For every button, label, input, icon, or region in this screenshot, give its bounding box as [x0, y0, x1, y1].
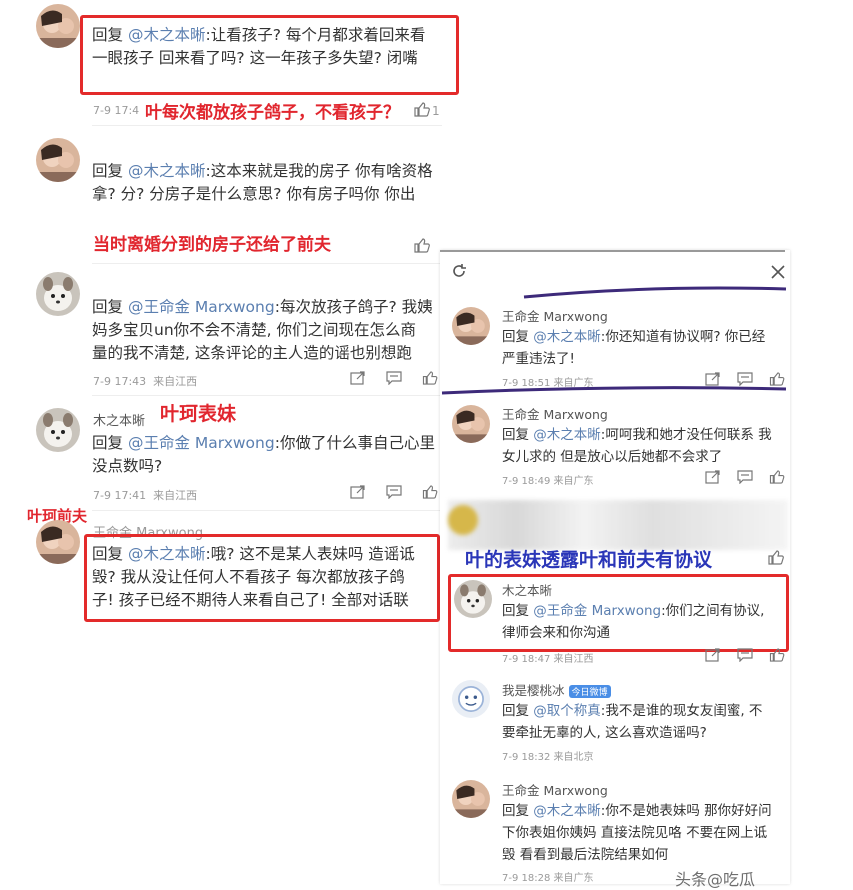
- mention-link[interactable]: @木之本晰: [533, 427, 601, 443]
- comment-reply: 回复 @木之本晰:呵呵我和她才没任何联系 我 女儿求的 但是放心以后她都不会求了: [502, 427, 772, 465]
- panel-top-line: [440, 250, 785, 252]
- comment-actions: [705, 648, 785, 662]
- divider: [92, 263, 442, 264]
- username[interactable]: 我是樱桃冰 今日微博: [502, 680, 611, 699]
- comment-reply: 回复 @王命金 Marxwong:你做了什么事自己心里 没点数吗?: [92, 434, 435, 475]
- mention-link[interactable]: @取个称真: [533, 703, 601, 719]
- comment-icon[interactable]: [737, 470, 753, 484]
- comment-time: 7-9 18:49 来自广东: [502, 476, 594, 487]
- annotation-underline: [441, 386, 787, 395]
- refresh-icon[interactable]: [450, 262, 468, 280]
- blurred-comment: [448, 500, 788, 550]
- comment-time: 7-9 18:47 来自江西: [502, 654, 594, 665]
- annotation-caption: 叶珂表妹: [160, 403, 237, 425]
- comment-icon[interactable]: [386, 485, 402, 499]
- annotation-caption: 叶的表妹透露叶和前夫有协议: [465, 549, 713, 571]
- comment-time: 7-9 18:32 来自北京: [502, 752, 594, 763]
- close-icon[interactable]: [770, 264, 786, 280]
- avatar[interactable]: [36, 272, 80, 316]
- comment-reply: 回复 @王命金 Marxwong:你们之间有协议, 律师会来和你沟通: [502, 603, 765, 641]
- comment-actions: [350, 371, 438, 385]
- annotation-caption: 当时离婚分到的房子还给了前夫: [93, 235, 331, 255]
- like-icon[interactable]: [414, 238, 430, 253]
- like-icon[interactable]: [769, 648, 785, 662]
- avatar[interactable]: [454, 580, 492, 618]
- avatar[interactable]: [452, 405, 490, 443]
- like-icon[interactable]: [769, 470, 785, 484]
- divider: [92, 125, 442, 126]
- mention-link[interactable]: @木之本晰: [128, 162, 206, 180]
- avatar[interactable]: [36, 408, 80, 452]
- like-icon[interactable]: [422, 371, 438, 385]
- share-icon[interactable]: [350, 371, 366, 385]
- like-icon[interactable]: [414, 102, 430, 117]
- mention-link[interactable]: @王命金 Marxwong: [128, 434, 275, 452]
- comment-reply: 回复 @木之本晰:你不是她表妹吗 那你好好问 下你表姐你姨妈 直接法院见咯 不要…: [502, 803, 772, 863]
- mention-link[interactable]: @木之本晰: [533, 329, 601, 345]
- username[interactable]: 王命金 Marxwong: [502, 780, 608, 799]
- mention-link[interactable]: @王命金 Marxwong: [128, 298, 275, 316]
- comment-actions: [705, 470, 785, 484]
- comment-reply: 回复 @王命金 Marxwong:每次放孩子鸽子? 我姨 妈多宝贝un你不会不清…: [92, 298, 433, 362]
- avatar[interactable]: [36, 138, 80, 182]
- username[interactable]: 木之本晰: [502, 580, 552, 599]
- comment-time: 7-9 18:28 来自广东: [502, 873, 594, 884]
- comment-time: 7-9 17:4: [93, 104, 140, 117]
- divider: [92, 395, 442, 396]
- mention-link[interactable]: @木之本晰: [533, 803, 601, 819]
- avatar[interactable]: [452, 780, 490, 818]
- divider: [92, 510, 442, 511]
- share-icon[interactable]: [705, 470, 721, 484]
- watermark: 头条@吃瓜: [675, 870, 756, 889]
- username[interactable]: 王命金 Marxwong: [502, 306, 608, 325]
- comment-reply: 回复 @木之本晰:你还知道有协议啊? 你已经 严重违法了!: [502, 329, 766, 367]
- avatar[interactable]: [452, 307, 490, 345]
- comment-icon[interactable]: [737, 648, 753, 662]
- highlight-box: [84, 534, 440, 622]
- highlight-box: [80, 15, 459, 95]
- blurred-avatar: [448, 505, 478, 535]
- comment-icon[interactable]: [386, 371, 402, 385]
- avatar[interactable]: [36, 4, 80, 48]
- avatar[interactable]: [452, 680, 490, 718]
- share-icon[interactable]: [350, 485, 366, 499]
- comment-reply: 回复 @木之本晰:这本来就是我的房子 你有啥资格 拿? 分? 分房子是什么意思?…: [92, 162, 433, 203]
- comment-time: 7-9 17:43 来自江西: [93, 375, 198, 388]
- like-count: 1: [432, 104, 440, 118]
- mention-link[interactable]: @王命金 Marxwong: [533, 603, 661, 619]
- like-icon[interactable]: [422, 485, 438, 499]
- username[interactable]: 王命金 Marxwong: [502, 404, 608, 423]
- comment-reply: 回复 @取个称真:我不是谁的现女友闺蜜, 不 要牵扯无辜的人, 这么喜欢造谣吗?: [502, 703, 763, 741]
- share-icon[interactable]: [705, 648, 721, 662]
- username[interactable]: 木之本晰: [93, 410, 145, 429]
- comment-time: 7-9 17:41 来自江西: [93, 489, 198, 502]
- comment-actions: [350, 485, 438, 499]
- like-icon[interactable]: [768, 550, 784, 565]
- avatar[interactable]: [36, 520, 80, 564]
- member-badge: 今日微博: [568, 685, 611, 698]
- annotation-caption: 叶每次都放孩子鸽子，不看孩子？: [145, 103, 400, 123]
- annotation-underline: [523, 286, 787, 299]
